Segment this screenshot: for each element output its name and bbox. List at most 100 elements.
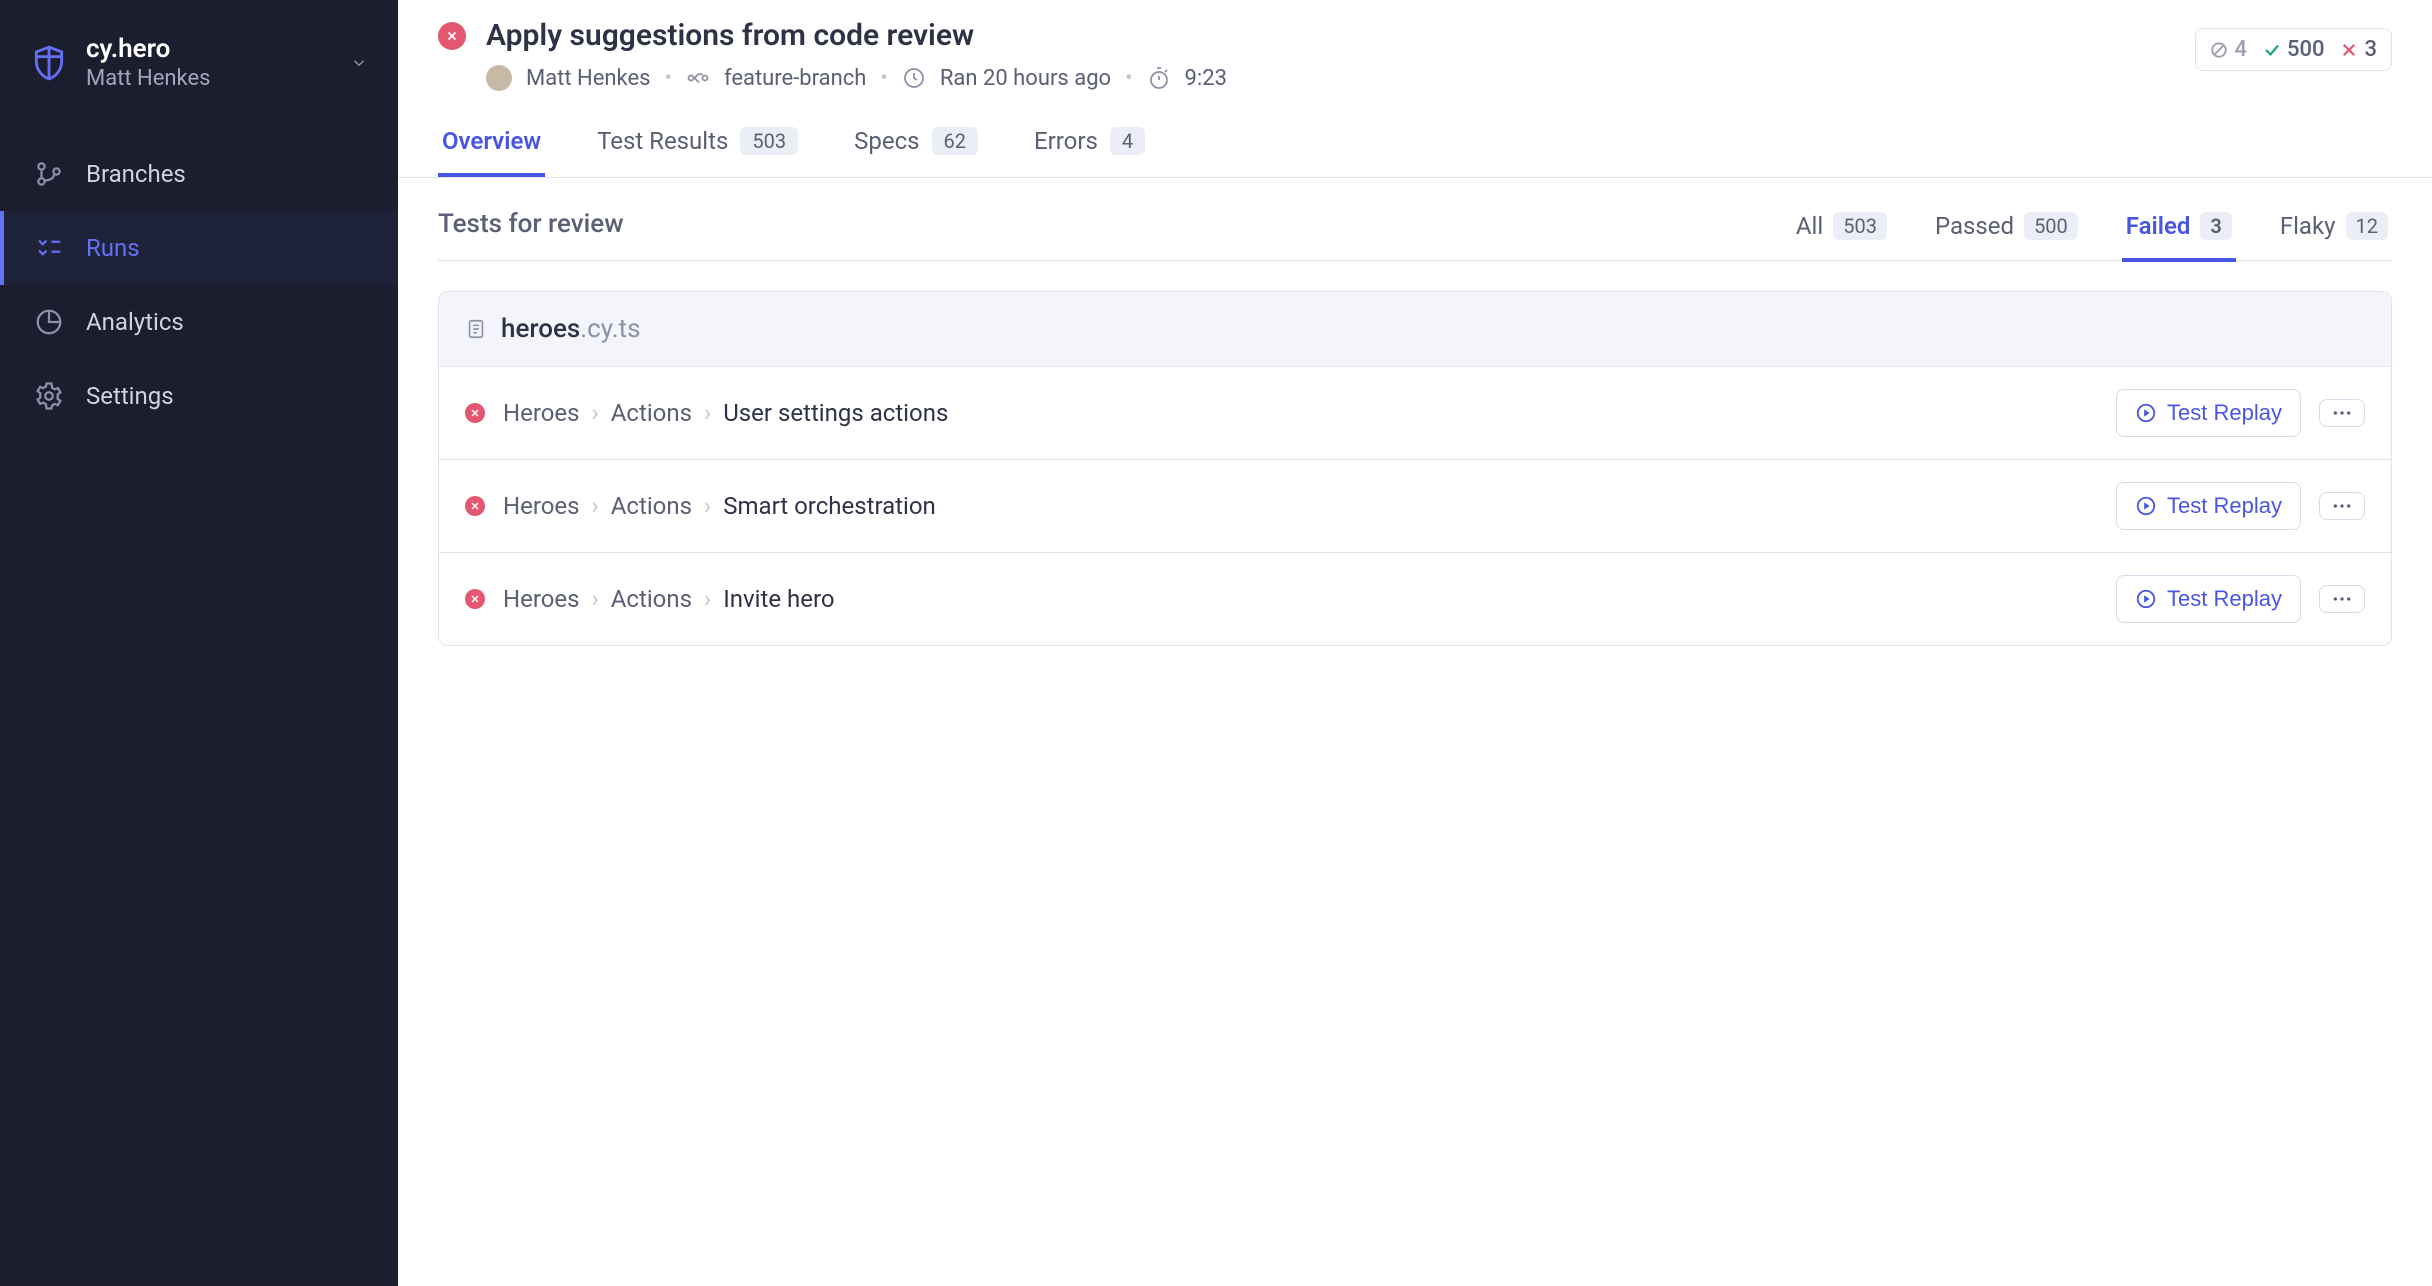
tab-errors[interactable]: Errors 4: [1030, 115, 1149, 177]
tab-errors-count: 4: [1110, 127, 1145, 155]
crumb: Actions: [611, 399, 692, 427]
project-name: cy.hero: [86, 34, 332, 64]
nav-runs-label: Runs: [86, 234, 140, 262]
test-replay-label: Test Replay: [2167, 400, 2282, 426]
main-content: Apply suggestions from code review Matt …: [398, 0, 2432, 1286]
project-meta: cy.hero Matt Henkes: [86, 34, 332, 91]
crumb: Actions: [611, 492, 692, 520]
stat-passed: 500: [2263, 37, 2325, 62]
filter-flaky-count: 12: [2346, 212, 2388, 240]
test-name: Invite hero: [723, 585, 834, 613]
replay-icon: [2135, 495, 2157, 517]
tab-test-results[interactable]: Test Results 503: [593, 115, 802, 177]
file-icon: [465, 318, 487, 340]
test-status-failed-icon: [465, 496, 485, 516]
crumb: Heroes: [503, 399, 580, 427]
sidebar: cy.hero Matt Henkes Branches Runs Analyt…: [0, 0, 398, 1286]
filter-flaky-label: Flaky: [2280, 212, 2336, 240]
test-replay-label: Test Replay: [2167, 493, 2282, 519]
run-duration: 9:23: [1185, 66, 1227, 91]
author-avatar: [486, 65, 512, 91]
more-actions-button[interactable]: [2319, 585, 2365, 613]
filter-all[interactable]: All 503: [1792, 206, 1891, 262]
run-branch: feature-branch: [724, 66, 866, 91]
crumb: Actions: [611, 585, 692, 613]
test-status-failed-icon: [465, 403, 485, 423]
tab-errors-label: Errors: [1034, 127, 1098, 155]
chevron-right-icon: ›: [704, 399, 711, 427]
replay-icon: [2135, 588, 2157, 610]
stat-skipped: 4: [2210, 37, 2247, 62]
stat-passed-value: 500: [2287, 37, 2325, 62]
test-breadcrumb: Heroes › Actions › User settings actions: [503, 399, 2098, 427]
test-breadcrumb: Heroes › Actions › Smart orchestration: [503, 492, 2098, 520]
review-section: Tests for review All 503 Passed 500 Fail…: [398, 178, 2432, 674]
skip-icon: [2210, 41, 2228, 59]
check-icon: [2263, 41, 2281, 59]
ellipsis-icon: [2332, 503, 2352, 509]
chevron-right-icon: ›: [592, 585, 599, 613]
x-icon: [2340, 41, 2358, 59]
test-name: Smart orchestration: [723, 492, 936, 520]
filter-failed[interactable]: Failed 3: [2122, 206, 2236, 262]
filter-all-label: All: [1796, 212, 1823, 240]
tab-specs-count: 62: [932, 127, 978, 155]
test-replay-button[interactable]: Test Replay: [2116, 389, 2301, 437]
run-status-failed-icon: [438, 22, 466, 50]
review-header: Tests for review All 503 Passed 500 Fail…: [438, 206, 2392, 261]
ellipsis-icon: [2332, 410, 2352, 416]
more-actions-button[interactable]: [2319, 492, 2365, 520]
run-author: Matt Henkes: [526, 66, 651, 91]
tab-test-results-label: Test Results: [597, 127, 728, 155]
nav-branches[interactable]: Branches: [0, 137, 398, 211]
spec-file-ext: .cy.ts: [580, 314, 640, 344]
crumb: Heroes: [503, 492, 580, 520]
chevron-right-icon: ›: [592, 399, 599, 427]
commit-branch-icon: [686, 66, 710, 90]
filter-passed[interactable]: Passed 500: [1931, 206, 2082, 262]
test-breadcrumb: Heroes › Actions › Invite hero: [503, 585, 2098, 613]
shield-icon: [30, 44, 68, 82]
tab-test-results-count: 503: [740, 127, 798, 155]
run-header: Apply suggestions from code review Matt …: [398, 0, 2432, 91]
sidebar-nav: Branches Runs Analytics Settings: [0, 137, 398, 433]
more-actions-button[interactable]: [2319, 399, 2365, 427]
project-switcher[interactable]: cy.hero Matt Henkes: [0, 24, 398, 119]
review-title: Tests for review: [438, 209, 624, 239]
filter-passed-count: 500: [2024, 212, 2078, 240]
run-title: Apply suggestions from code review: [486, 18, 2175, 53]
filter-flaky[interactable]: Flaky 12: [2276, 206, 2392, 262]
nav-analytics[interactable]: Analytics: [0, 285, 398, 359]
chevron-right-icon: ›: [704, 585, 711, 613]
test-replay-button[interactable]: Test Replay: [2116, 482, 2301, 530]
test-row[interactable]: Heroes › Actions › Invite hero Test Repl…: [439, 553, 2391, 645]
nav-runs[interactable]: Runs: [0, 211, 398, 285]
spec-group-header[interactable]: heroes.cy.ts: [439, 292, 2391, 367]
crumb: Heroes: [503, 585, 580, 613]
review-filters: All 503 Passed 500 Failed 3 Flaky 12: [1792, 206, 2392, 242]
nav-analytics-label: Analytics: [86, 308, 184, 336]
nav-settings-label: Settings: [86, 382, 174, 410]
test-status-failed-icon: [465, 589, 485, 609]
ellipsis-icon: [2332, 596, 2352, 602]
test-row[interactable]: Heroes › Actions › User settings actions…: [439, 367, 2391, 460]
filter-all-count: 503: [1833, 212, 1887, 240]
stat-failed-value: 3: [2364, 37, 2377, 62]
filter-passed-label: Passed: [1935, 212, 2014, 240]
tab-overview[interactable]: Overview: [438, 115, 545, 177]
test-row[interactable]: Heroes › Actions › Smart orchestration T…: [439, 460, 2391, 553]
gear-icon: [34, 381, 64, 411]
nav-settings[interactable]: Settings: [0, 359, 398, 433]
run-meta: Matt Henkes • feature-branch • Ran 20 ho…: [486, 65, 2175, 91]
tab-specs-label: Specs: [854, 127, 919, 155]
nav-branches-label: Branches: [86, 160, 186, 188]
test-replay-button[interactable]: Test Replay: [2116, 575, 2301, 623]
tab-specs[interactable]: Specs 62: [850, 115, 982, 177]
stopwatch-icon: [1147, 66, 1171, 90]
run-title-block: Apply suggestions from code review Matt …: [486, 18, 2175, 91]
branch-icon: [34, 159, 64, 189]
chevron-down-icon: [350, 54, 368, 72]
run-timestamp: Ran 20 hours ago: [940, 66, 1111, 91]
project-user: Matt Henkes: [86, 66, 332, 91]
main-tabs: Overview Test Results 503 Specs 62 Error…: [398, 115, 2432, 178]
